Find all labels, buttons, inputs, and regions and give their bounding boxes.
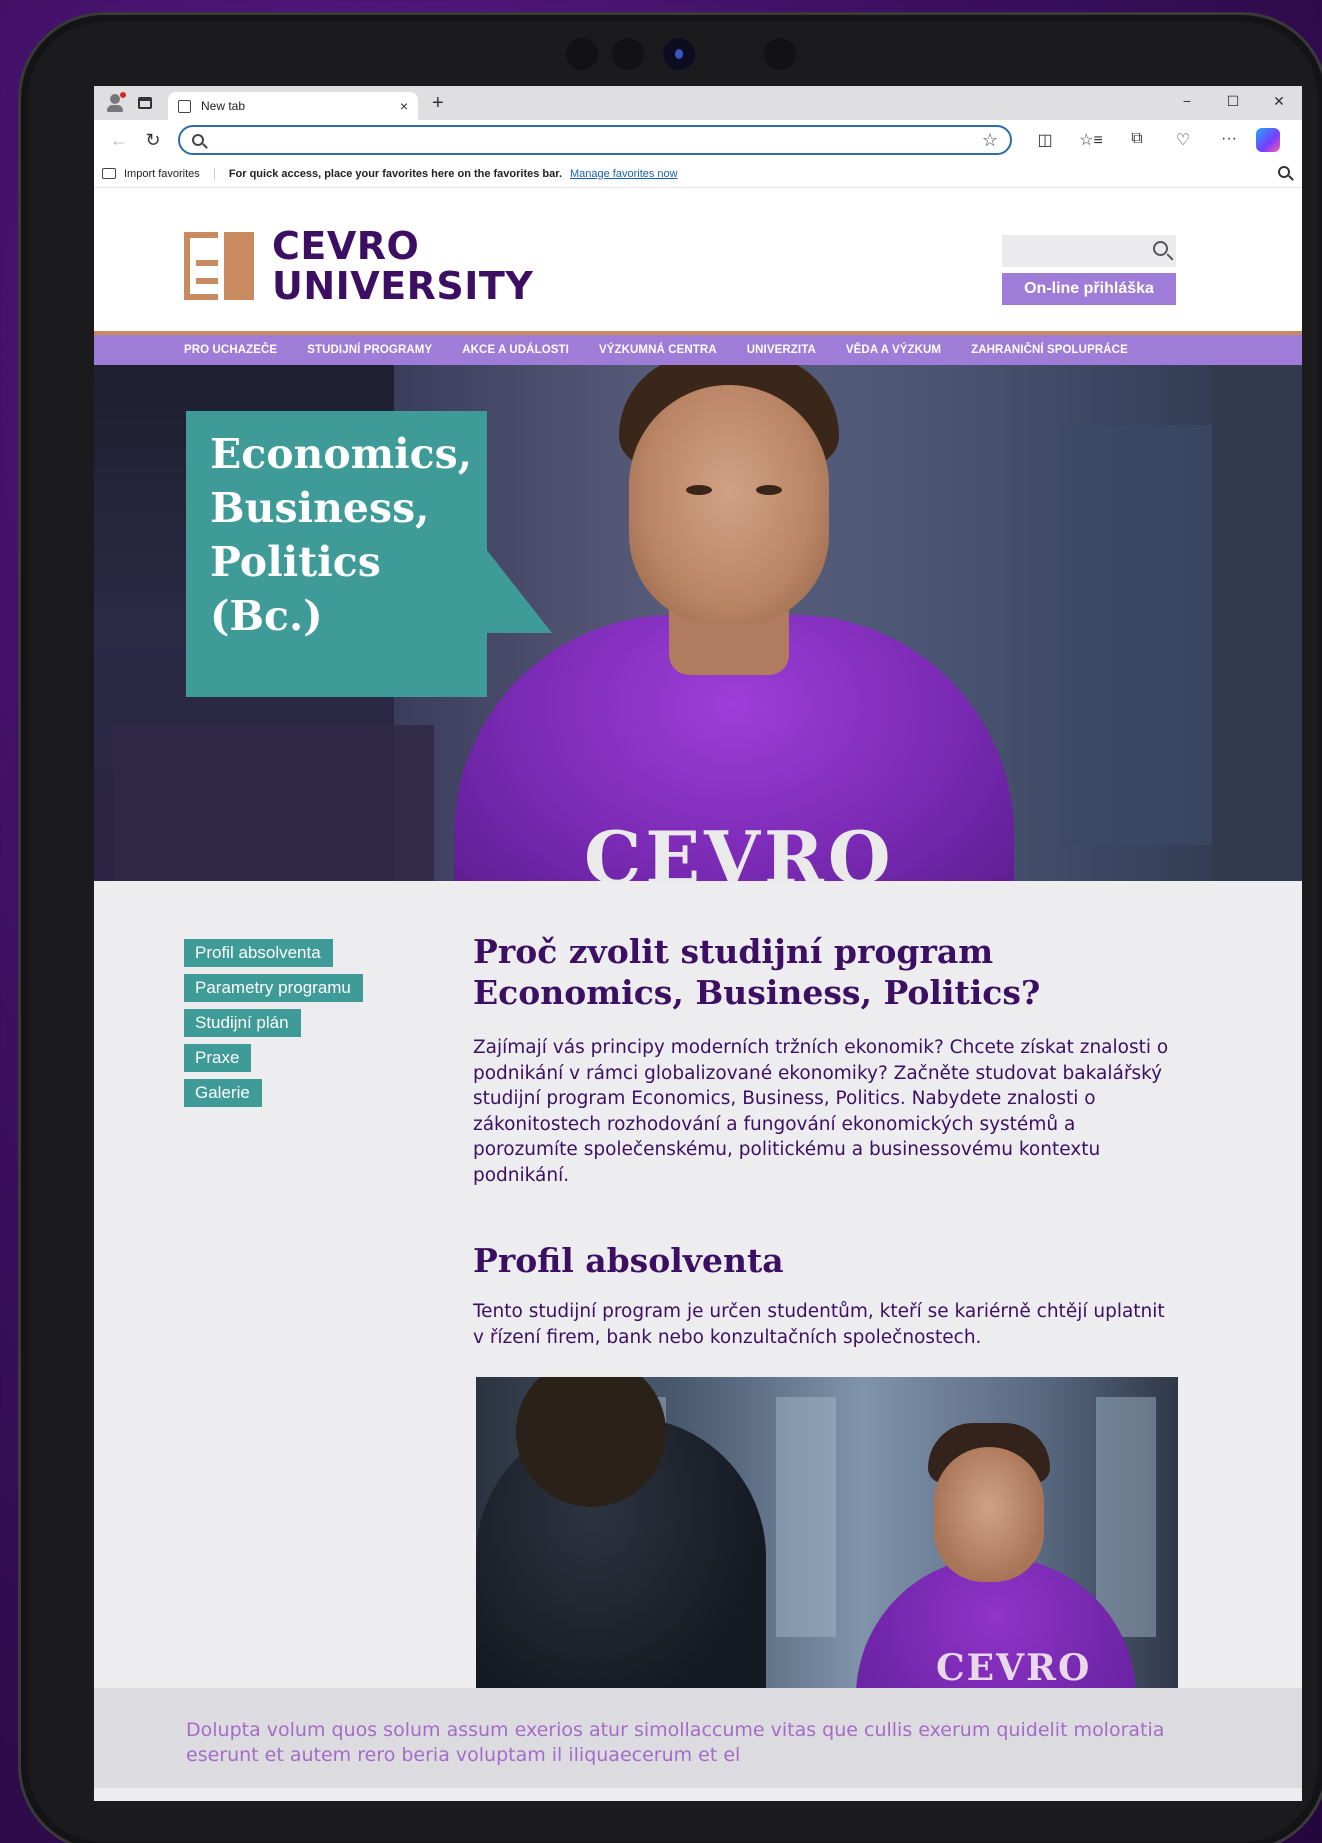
favorites-search-icon[interactable] xyxy=(1278,166,1290,178)
hero-title: Economics, Business, Politics (Bc.) xyxy=(186,411,487,697)
logo-text: CEVRO UNIVERSITY xyxy=(272,226,533,306)
split-screen-icon[interactable]: ◫ xyxy=(1022,130,1068,150)
section-link-praxe[interactable]: Praxe xyxy=(184,1044,252,1072)
camera-dot xyxy=(764,38,796,70)
search-icon xyxy=(192,134,204,146)
camera-lens-icon xyxy=(663,38,695,70)
camera-dot xyxy=(566,38,598,70)
import-icon xyxy=(102,168,116,179)
close-window-button[interactable]: ✕ xyxy=(1256,86,1302,120)
page-icon xyxy=(178,99,191,113)
nav-item-akce-a-udalosti[interactable]: AKCE A UDÁLOSTI xyxy=(462,344,569,356)
tab-actions-icon[interactable] xyxy=(138,97,152,109)
section-link-galerie[interactable]: Galerie xyxy=(184,1079,262,1107)
hero-title-tail xyxy=(486,549,552,633)
back-button[interactable]: ← xyxy=(102,130,136,151)
close-tab-icon[interactable]: × xyxy=(400,98,408,114)
graduate-profile-paragraph: Tento studijní program je určen studentů… xyxy=(473,1301,1165,1348)
favorites-bar: Import favorites For quick access, place… xyxy=(94,160,1302,188)
favorites-icon[interactable]: ☆≡ xyxy=(1068,130,1114,150)
tablet-frame: New tab × + − ☐ ✕ ← ↻ ☆ ◫ ☆≡ ⧉ ♡ ··· Imp… xyxy=(18,12,1322,1843)
section-link-studijni-plan[interactable]: Studijní plán xyxy=(184,1009,301,1037)
browser-tab[interactable]: New tab × xyxy=(168,92,418,120)
nav-item-studijni-programy[interactable]: STUDIJNÍ PROGRAMY xyxy=(307,344,432,356)
minimize-button[interactable]: − xyxy=(1164,86,1210,120)
footer-text: Dolupta volum quos solum assum exerios a… xyxy=(186,1719,1165,1766)
section-link-profil-absolventa[interactable]: Profil absolventa xyxy=(184,939,333,967)
address-toolbar: ← ↻ ☆ ◫ ☆≡ ⧉ ♡ ··· xyxy=(94,120,1302,160)
import-favorites[interactable]: Import favorites xyxy=(102,167,215,180)
graduate-profile-photo: CEVRO xyxy=(476,1377,1178,1689)
article-intro-paragraph: Zajímají vás principy moderních tržních … xyxy=(473,1037,1169,1186)
tab-title: New tab xyxy=(201,99,246,113)
logo-line-2: UNIVERSITY xyxy=(272,264,534,308)
collections-icon[interactable]: ⧉ xyxy=(1114,130,1160,150)
refresh-button[interactable]: ↻ xyxy=(136,130,170,151)
window-controls: − ☐ ✕ xyxy=(1164,86,1302,120)
browser-tab-bar: New tab × + − ☐ ✕ xyxy=(94,86,1302,120)
browser-essentials-icon[interactable]: ♡ xyxy=(1160,130,1206,150)
maximize-button[interactable]: ☐ xyxy=(1210,86,1256,120)
manage-favorites-link[interactable]: Manage favorites now xyxy=(570,168,678,180)
online-application-button[interactable]: On-line přihláška xyxy=(1002,273,1176,305)
logo-line-1: CEVRO xyxy=(272,224,420,268)
section-link-parametry-programu[interactable]: Parametry programu xyxy=(184,974,363,1002)
main-navigation: PRO UCHAZEČE STUDIJNÍ PROGRAMY AKCE A UD… xyxy=(94,335,1302,365)
address-bar[interactable]: ☆ xyxy=(178,125,1012,155)
new-tab-button[interactable]: + xyxy=(432,92,444,115)
main-content: Profil absolventa Parametry programu Stu… xyxy=(94,881,1302,1788)
nav-item-univerzita[interactable]: UNIVERZITA xyxy=(747,344,816,356)
hoodie-print: CEVRO xyxy=(584,815,895,881)
favorite-star-icon[interactable]: ☆ xyxy=(982,130,998,151)
hero-banner: CEVRO Economics, Business, Politics (Bc.… xyxy=(94,365,1302,881)
address-input[interactable] xyxy=(214,132,982,148)
search-icon[interactable] xyxy=(1153,241,1168,256)
browser-tools: ◫ ☆≡ ⧉ ♡ ··· xyxy=(1022,130,1252,150)
nav-item-veda-a-vyzkum[interactable]: VĚDA A VÝZKUM xyxy=(846,344,941,356)
copilot-icon[interactable] xyxy=(1256,128,1280,152)
article-heading-graduate-profile: Profil absolventa xyxy=(473,1241,784,1280)
footer-strip: Dolupta volum quos solum assum exerios a… xyxy=(94,1688,1302,1788)
nav-item-pro-uchazece[interactable]: PRO UCHAZEČE xyxy=(184,344,277,356)
import-favorites-label: Import favorites xyxy=(124,167,200,180)
article: Proč zvolit studijní program Economics, … xyxy=(473,931,1173,1350)
screen: New tab × + − ☐ ✕ ← ↻ ☆ ◫ ☆≡ ⧉ ♡ ··· Imp… xyxy=(94,86,1302,1801)
site-search-input[interactable] xyxy=(1002,235,1176,267)
site-header: CEVRO UNIVERSITY On-line přihláška xyxy=(94,188,1302,335)
more-menu-icon[interactable]: ··· xyxy=(1206,130,1252,150)
photo-hoodie-print: CEVRO xyxy=(936,1647,1092,1689)
logo-mark-icon xyxy=(184,232,254,300)
nav-item-vyzkumna-centra[interactable]: VÝZKUMNÁ CENTRA xyxy=(599,344,717,356)
article-heading-why: Proč zvolit studijní program Economics, … xyxy=(473,932,1041,1012)
section-nav: Profil absolventa Parametry programu Stu… xyxy=(184,939,363,1114)
favbar-message: For quick access, place your favorites h… xyxy=(228,167,562,180)
profile-icon[interactable] xyxy=(106,92,126,112)
nav-item-zahranicni-spoluprace[interactable]: ZAHRANIČNÍ SPOLUPRÁCE xyxy=(971,344,1128,356)
camera-dot xyxy=(612,38,644,70)
site-logo[interactable]: CEVRO UNIVERSITY xyxy=(184,226,533,306)
